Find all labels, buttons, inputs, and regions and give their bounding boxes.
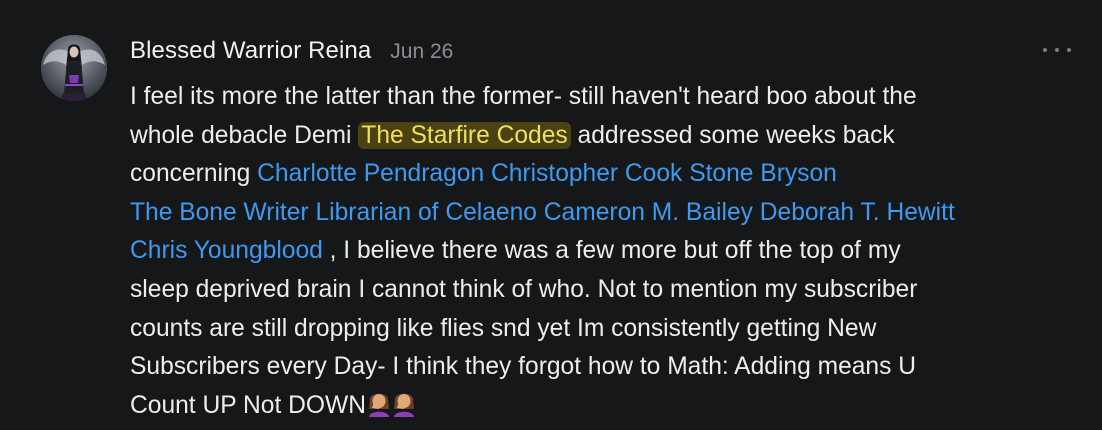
comment-line: sleep deprived brain I cannot think of w… bbox=[130, 271, 1090, 310]
mention-link[interactable]: The Bone Writer bbox=[130, 199, 309, 226]
comment-line: Count UP Not DOWN bbox=[130, 387, 1090, 426]
mention-link[interactable]: Stone Bryson bbox=[689, 160, 837, 187]
avatar-image bbox=[41, 35, 107, 101]
comment-date[interactable]: Jun 26 bbox=[390, 40, 453, 64]
mention-link[interactable]: Librarian of Celaeno bbox=[315, 199, 537, 226]
comment-line: Chris Youngblood , I believe there was a… bbox=[130, 232, 1090, 271]
comment-text: sleep deprived brain I cannot think of w… bbox=[130, 275, 918, 303]
comment-text: whole debacle Demi bbox=[130, 121, 359, 149]
woman-facepalming-emoji bbox=[367, 389, 391, 417]
mention-link[interactable]: Charlotte Pendragon bbox=[257, 160, 484, 187]
comment-text: I feel its more the latter than the form… bbox=[130, 83, 917, 110]
mention-link[interactable]: Deborah T. Hewitt bbox=[760, 199, 955, 226]
comment-line: whole debacle Demi The Starfire Codes ad… bbox=[130, 117, 1090, 156]
mention-link[interactable]: Cameron M. Bailey bbox=[544, 199, 753, 226]
comment-text: Count UP Not DOWN bbox=[130, 391, 366, 419]
comment-text: , I believe there was a few more but off… bbox=[322, 237, 901, 265]
author-name[interactable]: Blessed Warrior Reina bbox=[130, 37, 371, 65]
comment-line: counts are still dropping like flies snd… bbox=[130, 310, 1090, 349]
comment-line: I feel its more the latter than the form… bbox=[130, 78, 1090, 117]
comment-text: concerning bbox=[130, 160, 258, 188]
comment-line: The Bone Writer Librarian of Celaeno Cam… bbox=[130, 194, 1090, 233]
comment-header: Blessed Warrior Reina Jun 26 bbox=[130, 37, 453, 71]
more-horizontal-icon[interactable] bbox=[1043, 43, 1071, 57]
comment-line: Subscribers every Day- I think they forg… bbox=[130, 348, 1090, 387]
comment-text: counts are still dropping like flies snd… bbox=[130, 314, 877, 342]
avatar[interactable] bbox=[41, 35, 107, 101]
woman-facepalming-emoji bbox=[392, 389, 416, 417]
highlighted-text: The Starfire Codes bbox=[358, 121, 571, 149]
comment-text: Subscribers every Day- I think they forg… bbox=[130, 353, 917, 381]
comment-body: I feel its more the latter than the form… bbox=[130, 78, 1090, 425]
mention-link[interactable]: Christopher Cook bbox=[491, 160, 682, 187]
comment-line: concerning Charlotte Pendragon Christoph… bbox=[130, 155, 1090, 194]
mention-link[interactable]: Chris Youngblood bbox=[130, 237, 323, 264]
comment: Blessed Warrior Reina Jun 26 I feel its … bbox=[0, 0, 1102, 430]
comment-text: addressed some weeks back bbox=[570, 121, 895, 149]
